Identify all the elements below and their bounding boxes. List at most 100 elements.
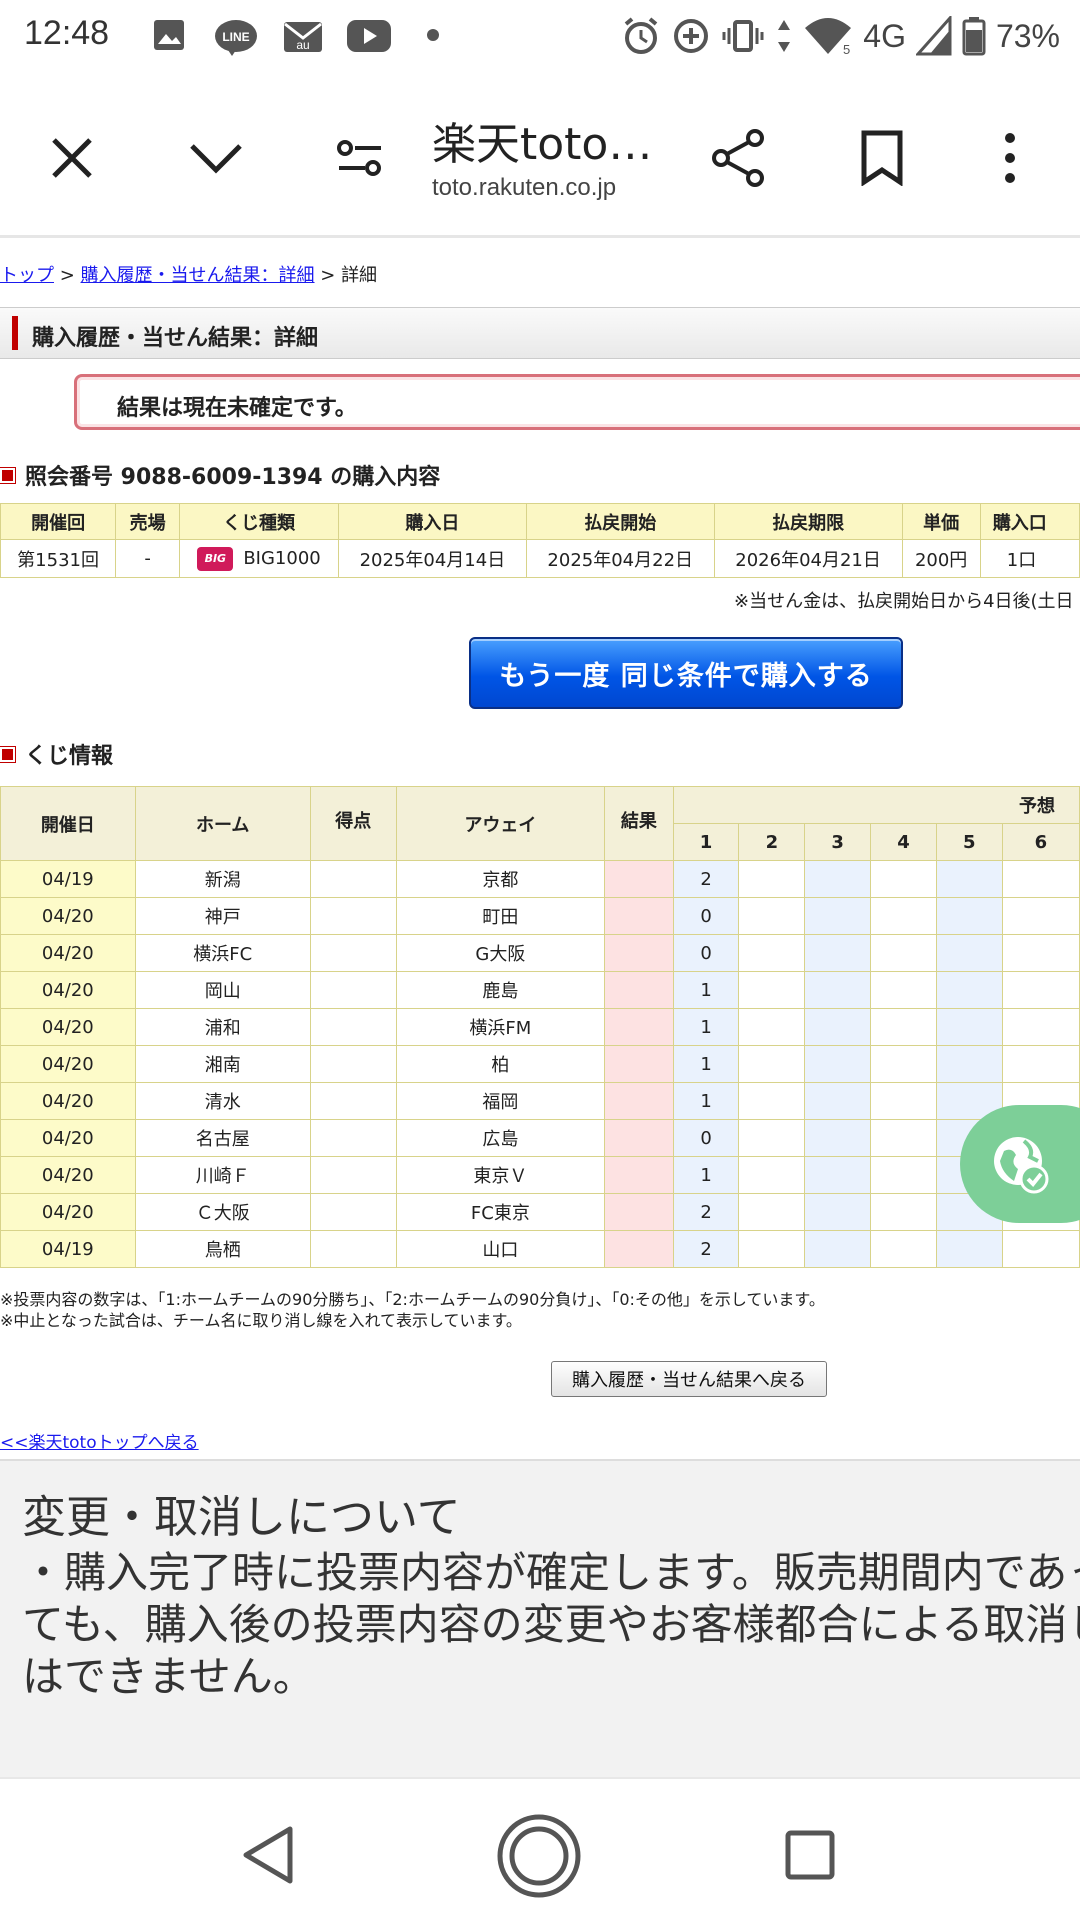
- lottery-header-row: 開催日 ホーム 得点 アウェイ 結果 予想: [0, 786, 1080, 861]
- score: [309, 1156, 397, 1194]
- panel-body: ・購入完了時に投票内容が確定します。販売期間内であっても、購入後の投票内容の変更…: [22, 1548, 1080, 1701]
- cell-payout-deadline: 2026年04月21日: [713, 539, 903, 578]
- result-status-alert: 結果は現在未確定です。: [74, 374, 1080, 430]
- match-date: 04/20: [0, 934, 136, 972]
- line-icon: LINE: [215, 20, 257, 56]
- pick-4: [870, 1045, 937, 1083]
- pick-2: [738, 1156, 806, 1194]
- pick-4: [870, 1008, 937, 1046]
- purchase-header-row: 開催回 売場 くじ種類 購入日 払戻開始 払戻期限 単価 購入口: [0, 503, 1080, 540]
- table-row: 04/20 浦和 横浜FM 1: [0, 1008, 1080, 1046]
- section-marker-icon: [0, 745, 16, 763]
- recents-icon[interactable]: [784, 1829, 836, 1881]
- page-url[interactable]: toto.rakuten.co.jp: [432, 174, 616, 202]
- home-team: 岡山: [134, 971, 311, 1009]
- data-saver-icon: [674, 19, 709, 53]
- pick-5: [935, 860, 1003, 898]
- away-team: 京都: [395, 860, 606, 898]
- pick-3: [804, 897, 872, 935]
- pick-2: [738, 1119, 806, 1157]
- result: [604, 1045, 674, 1083]
- col-price: 単価: [901, 503, 981, 540]
- pick-1: 0: [672, 897, 740, 935]
- pick-3: [804, 1045, 872, 1083]
- col-away: アウェイ: [395, 786, 606, 861]
- minimize-button[interactable]: [184, 126, 248, 190]
- pick-5: [935, 934, 1003, 972]
- system-nav-bar: [0, 1777, 1080, 1920]
- score: [309, 1082, 397, 1120]
- footnote-1: ※投票内容の数字は、「1:ホームチームの90分勝ち」、「2:ホームチームの90分…: [0, 1290, 825, 1309]
- back-to-top-link[interactable]: <<楽天totoトップへ戻る: [0, 1428, 199, 1453]
- match-date: 04/19: [0, 860, 136, 898]
- share-button[interactable]: [706, 126, 770, 190]
- pick-6: [1001, 1045, 1080, 1083]
- breadcrumb-top-link[interactable]: トップ: [0, 265, 54, 286]
- bookmark-icon: [861, 130, 903, 186]
- pick-2: [738, 1082, 806, 1120]
- pick-3: [804, 934, 872, 972]
- score: [309, 1230, 397, 1268]
- score: [309, 934, 397, 972]
- back-icon[interactable]: [240, 1825, 296, 1885]
- signal-icon: [915, 16, 952, 56]
- pick-1: 1: [672, 1045, 740, 1083]
- footnotes: ※投票内容の数字は、「1:ホームチームの90分勝ち」、「2:ホームチームの90分…: [0, 1289, 825, 1331]
- share-icon: [712, 129, 764, 187]
- back-to-history-button[interactable]: 購入履歴・当せん結果へ戻る: [551, 1361, 827, 1397]
- away-team: 鹿島: [395, 971, 606, 1009]
- pick-2: [738, 897, 806, 935]
- breadcrumb: トップ > 購入履歴・当せん結果：詳細 > 詳細: [0, 261, 377, 287]
- breadcrumb-sep: >: [54, 265, 81, 286]
- more-options-button[interactable]: [978, 126, 1042, 190]
- pick-2: [738, 1230, 806, 1268]
- away-team: 町田: [395, 897, 606, 935]
- pick-6: [1001, 934, 1080, 972]
- more-vert-icon: [1005, 133, 1015, 183]
- pick-4: [870, 897, 937, 935]
- breadcrumb-sep: >: [314, 265, 342, 286]
- pick-4: [870, 860, 937, 898]
- table-row: 04/19 新潟 京都 2: [0, 860, 1080, 898]
- home-team: 湘南: [134, 1045, 311, 1083]
- home-icon[interactable]: [496, 1813, 582, 1899]
- col-pred-4: 4: [870, 823, 937, 861]
- heading-accent: [12, 316, 18, 350]
- score: [309, 1119, 397, 1157]
- col-pred-2: 2: [738, 823, 806, 861]
- cell-type: BIG BIG1000: [179, 539, 339, 578]
- away-team: 広島: [395, 1119, 606, 1157]
- status-right: 5 4G 73%: [621, 16, 1060, 56]
- footnote-2: ※中止となった試合は、チーム名に取り消し線を入れて表示しています。: [0, 1311, 522, 1330]
- pick-3: [804, 1156, 872, 1194]
- pick-1: 2: [672, 1193, 740, 1231]
- away-team: 横浜FM: [395, 1008, 606, 1046]
- table-row: 04/19 鳥栖 山口 2: [0, 1230, 1080, 1268]
- translate-globe-icon: [994, 1137, 1049, 1194]
- lottery-section-heading: くじ情報: [0, 738, 113, 770]
- match-date: 04/20: [0, 1082, 136, 1120]
- pick-5: [935, 971, 1003, 1009]
- bookmark-button[interactable]: [850, 126, 914, 190]
- pick-6: [1001, 897, 1080, 935]
- line-icon-label: LINE: [222, 30, 249, 44]
- cell-purchase-date: 2025年04月14日: [337, 539, 527, 578]
- match-date: 04/20: [0, 1008, 136, 1046]
- pick-3: [804, 1082, 872, 1120]
- cancellation-info-panel: 変更・取消しについて ・購入完了時に投票内容が確定します。販売期間内であっても、…: [0, 1459, 1080, 1777]
- page-heading: 購入履歴・当せん結果：詳細: [32, 326, 319, 351]
- pick-2: [738, 1193, 806, 1231]
- home-team: 清水: [134, 1082, 311, 1120]
- breadcrumb-history-link[interactable]: 購入履歴・当せん結果：詳細: [81, 265, 315, 286]
- translate-fab[interactable]: [960, 1105, 1080, 1223]
- col-units: 購入口: [979, 503, 1080, 540]
- site-settings-button[interactable]: [328, 126, 392, 190]
- col-result: 結果: [604, 786, 674, 861]
- table-row: 04/20 Ｃ大阪 FC東京 2: [0, 1193, 1080, 1231]
- score: [309, 971, 397, 1009]
- close-tab-button[interactable]: [40, 126, 104, 190]
- col-pred-6: 6: [1001, 823, 1080, 861]
- table-row: 04/20 岡山 鹿島 1: [0, 971, 1080, 1009]
- rebuy-button[interactable]: もう一度 同じ条件で購入する: [469, 637, 903, 709]
- home-team: 鳥栖: [134, 1230, 311, 1268]
